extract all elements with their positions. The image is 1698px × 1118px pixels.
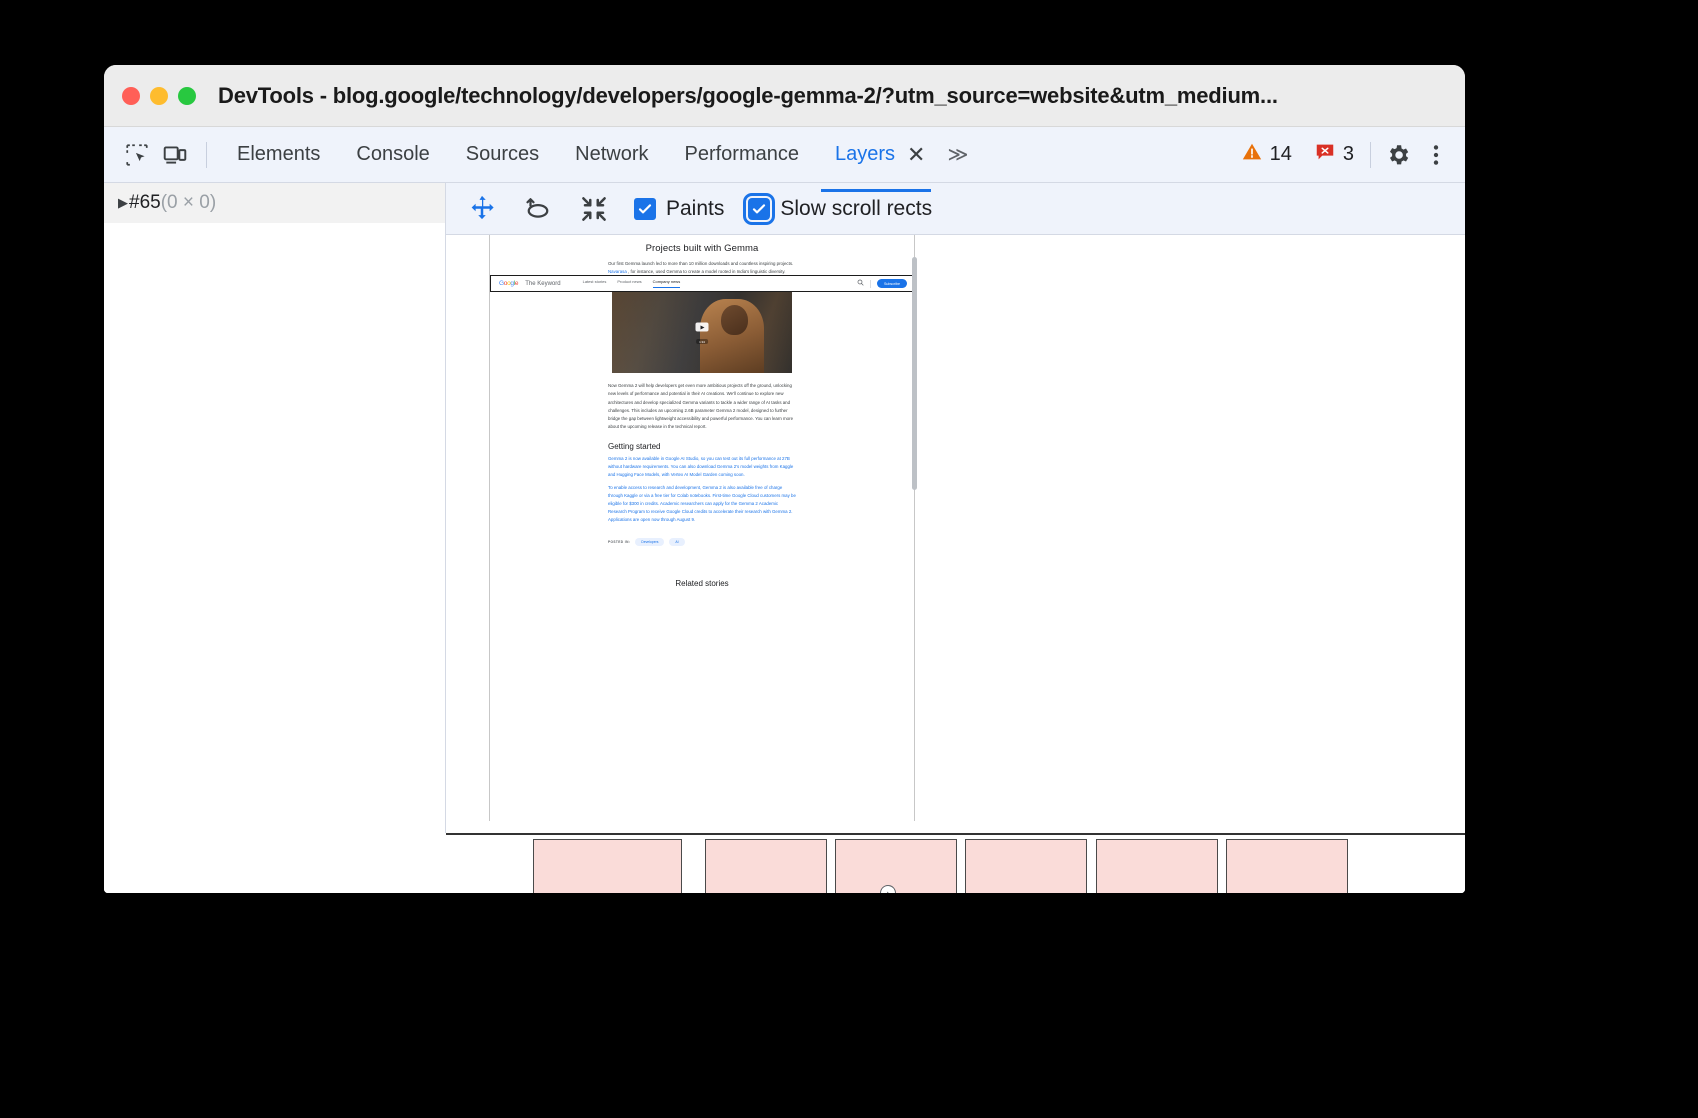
reset-transform-icon[interactable] <box>576 191 612 227</box>
preview-intro-line-1: Our first Gemma launch led to more than … <box>608 260 796 268</box>
panel-tabs: Elements Console Sources Network Perform… <box>219 133 977 176</box>
error-count: 3 <box>1343 143 1354 166</box>
checkbox-checked-icon <box>634 198 656 220</box>
getting-started-title: Getting started <box>608 442 796 451</box>
traffic-lights <box>122 87 196 105</box>
drawer-left-filler <box>104 833 447 893</box>
layer-dimensions: (0 × 0) <box>161 192 216 214</box>
tag-ai[interactable]: AI <box>669 538 684 546</box>
navbar-items: Latest stories Product news Company news <box>583 279 681 288</box>
expand-caret-icon[interactable]: ▶ <box>118 195 128 211</box>
slow-scroll-rects-checkbox[interactable]: Slow scroll rects <box>746 195 934 223</box>
tab-sources[interactable]: Sources <box>448 133 557 176</box>
tag-developers[interactable]: Developers <box>635 538 664 546</box>
layers-view-pane: Paints Slow scroll rects Projects built … <box>446 183 1465 893</box>
slow-scroll-rect <box>1096 839 1218 893</box>
toolbar-divider <box>206 142 207 168</box>
tab-network[interactable]: Network <box>557 133 666 176</box>
maximize-window-button[interactable] <box>178 87 196 105</box>
gear-icon[interactable] <box>1379 136 1417 174</box>
minimize-window-button[interactable] <box>150 87 168 105</box>
tab-layers[interactable]: Layers <box>817 133 903 176</box>
more-tabs-icon[interactable]: ≫ <box>935 136 977 173</box>
posted-in-row: POSTED IN: Developers AI <box>608 538 796 546</box>
slow-scroll-rect <box>835 839 957 893</box>
play-button-icon[interactable] <box>696 323 709 332</box>
checkbox-checked-icon <box>748 198 770 220</box>
posted-in-label: POSTED IN: <box>608 540 630 544</box>
devtools-window: DevTools - blog.google/technology/develo… <box>104 65 1465 893</box>
hero-video[interactable]: 1:34 <box>612 281 792 373</box>
preview-section-title: Projects built with Gemma <box>490 243 914 254</box>
close-layers-tab-button[interactable]: ✕ <box>903 138 935 172</box>
window-title: DevTools - blog.google/technology/develo… <box>218 83 1278 109</box>
layer-tree-panel: ▶ #65 (0 × 0) <box>104 183 446 893</box>
slow-scroll-rects-label: Slow scroll rects <box>780 197 932 221</box>
nav-company-news[interactable]: Company news <box>653 279 681 288</box>
slow-scroll-rect <box>1226 839 1348 893</box>
slow-scroll-rect <box>965 839 1087 893</box>
layers-toolbar: Paints Slow scroll rects <box>446 183 1465 235</box>
google-logo: Google <box>499 280 518 287</box>
three-dots-icon[interactable] <box>1417 136 1455 174</box>
preview-paragraph: Now Gemma 2 will help developers get eve… <box>608 382 796 431</box>
page-preview: Projects built with Gemma Our first Gemm… <box>489 235 915 821</box>
error-icon <box>1314 141 1336 169</box>
toolbar-divider-right <box>1370 142 1371 168</box>
devtools-body: ▶ #65 (0 × 0) <box>104 183 1465 893</box>
warning-icon <box>1241 141 1263 169</box>
preview-intro-line-2-rest: , for instance, used Gemma to create a m… <box>628 269 785 274</box>
window-titlebar: DevTools - blog.google/technology/develo… <box>104 65 1465 127</box>
paints-label: Paints <box>666 197 724 221</box>
close-window-button[interactable] <box>122 87 140 105</box>
paints-checkbox[interactable]: Paints <box>632 195 726 223</box>
google-keyword-navbar: Google The Keyword Latest stories Produc… <box>490 275 915 292</box>
devtools-tabbar: Elements Console Sources Network Perform… <box>104 127 1465 183</box>
tab-elements[interactable]: Elements <box>219 133 338 176</box>
warning-count: 14 <box>1270 143 1292 166</box>
inspect-element-icon[interactable] <box>118 136 156 174</box>
tab-console[interactable]: Console <box>338 133 447 176</box>
navarasa-link[interactable]: Navarasa <box>608 269 627 274</box>
slow-scroll-rect <box>705 839 827 893</box>
navbar-right: Subscribe <box>857 279 907 288</box>
rotate-mode-icon[interactable] <box>520 191 556 227</box>
layer-tree-row[interactable]: ▶ #65 (0 × 0) <box>104 183 445 223</box>
preview-intro: Our first Gemma launch led to more than … <box>608 260 796 276</box>
warning-count-button[interactable]: 14 <box>1233 137 1300 173</box>
preview-scrollbar[interactable] <box>912 257 917 490</box>
related-stories-title: Related stories <box>490 579 914 588</box>
device-toolbar-icon[interactable] <box>156 136 194 174</box>
slow-scroll-rect-band <box>446 833 1465 893</box>
video-duration-label: 1:34 <box>696 339 708 344</box>
getting-started-paragraph: Gemma 2 is now available in Google AI St… <box>608 455 796 479</box>
nav-latest-stories[interactable]: Latest stories <box>583 279 607 288</box>
layer-node-id: #65 <box>129 192 161 214</box>
subscribe-button[interactable]: Subscribe <box>877 279 907 288</box>
pan-mode-icon[interactable] <box>464 191 500 227</box>
layers-canvas[interactable]: Projects built with Gemma Our first Gemm… <box>446 235 1465 893</box>
search-icon[interactable] <box>857 279 864 288</box>
nav-product-news[interactable]: Product news <box>617 279 641 288</box>
navbar-divider <box>870 280 871 288</box>
slow-scroll-rect <box>533 839 682 893</box>
tab-performance[interactable]: Performance <box>667 133 818 176</box>
the-keyword-brand: The Keyword <box>525 281 560 287</box>
error-count-button[interactable]: 3 <box>1306 137 1362 173</box>
research-paragraph: To enable access to research and develop… <box>608 484 796 525</box>
